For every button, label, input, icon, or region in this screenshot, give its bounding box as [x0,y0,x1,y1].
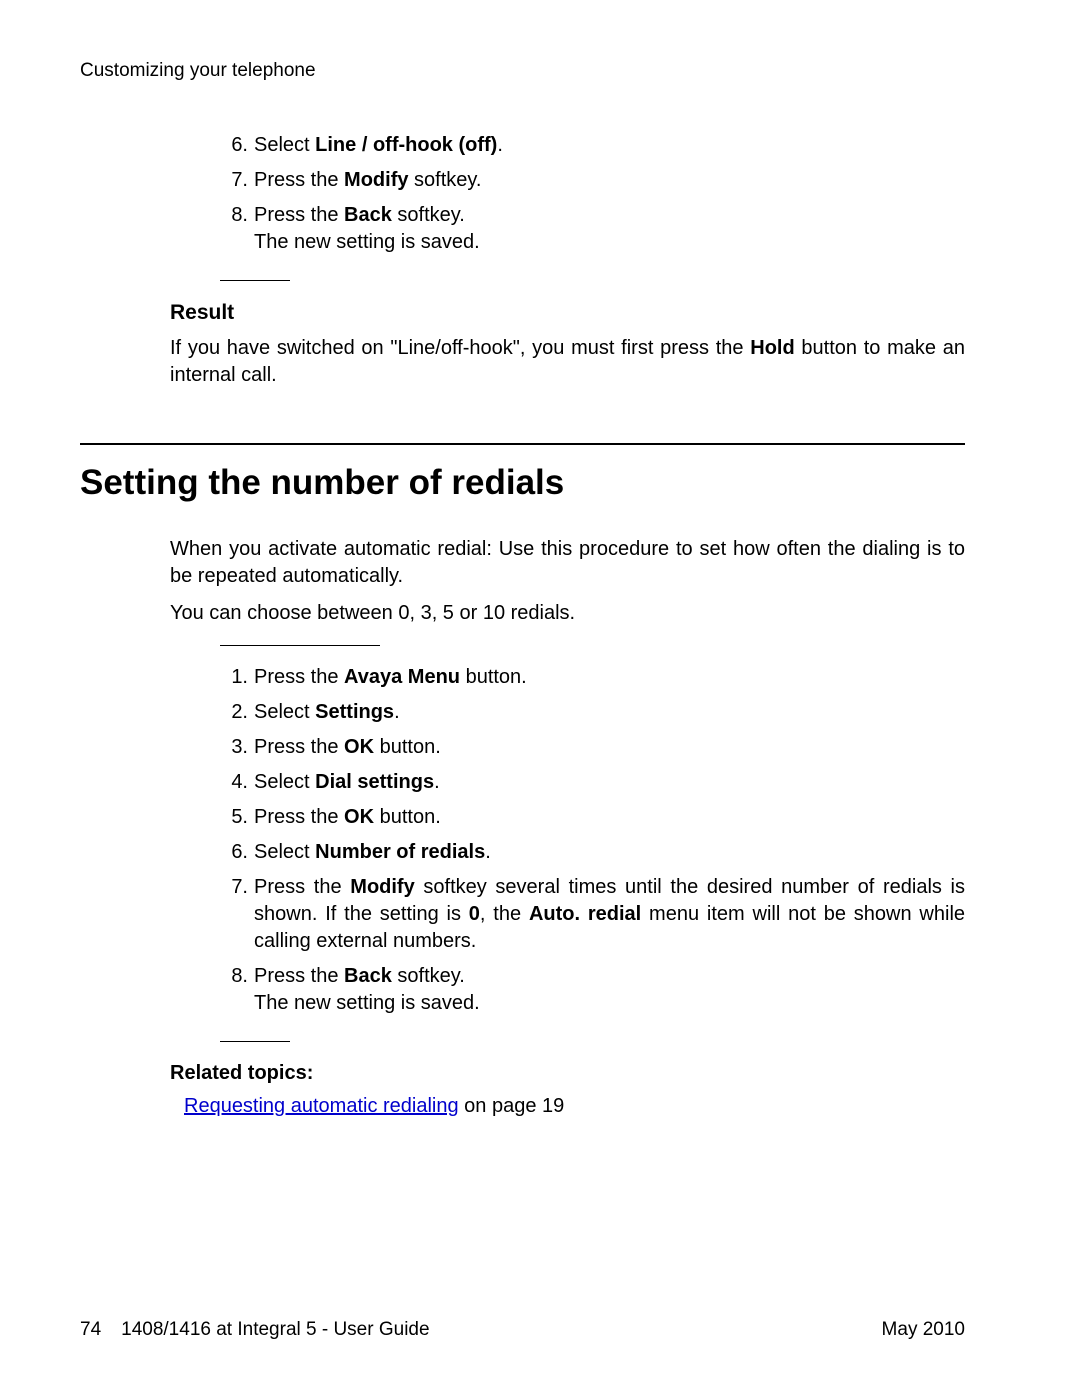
text-run: Press the [254,666,344,688]
footer-doc-title: 1408/1416 at Integral 5 - User Guide [121,1319,429,1340]
text-run: button. [460,666,527,688]
related-topics-heading: Related topics: [170,1060,965,1087]
result-text: If you have switched on "Line/off-hook",… [170,335,965,389]
bold-run: Dial settings [315,771,434,793]
text-run: If you have switched on "Line/off-hook",… [170,337,750,359]
list-item: 2. Select Settings. [220,699,965,726]
text-run: If the setting is [325,903,469,925]
page-footer: 74 1408/1416 at Integral 5 - User Guide M… [80,1317,965,1343]
result-heading: Result [170,299,965,327]
text-run: The new setting is saved. [254,992,480,1014]
list-item: 7. Press the Modify softkey. [220,167,965,194]
related-topic-link[interactable]: Requesting automatic redialing [184,1095,459,1117]
text-run: Select [254,134,315,156]
text-run: . [434,771,440,793]
step-number: 4. [220,769,254,796]
text-run: Press the [254,169,344,191]
text-run: Select [254,771,315,793]
text-run: on page 19 [459,1095,565,1117]
bold-run: Avaya Menu [344,666,460,688]
step-text: Press the OK button. [254,804,965,831]
text-run: Select [254,701,315,723]
bold-run: Modify [350,876,414,898]
bold-run: Settings [315,701,394,723]
text-run: Select [254,841,315,863]
text-run: Press the [254,876,350,898]
list-item: 8. Press the Back softkey. The new setti… [220,202,965,256]
text-run: . [497,134,503,156]
list-item: 8. Press the Back softkey. The new setti… [220,963,965,1017]
list-item: 6. Select Line / off-hook (off). [220,132,965,159]
text-run: Press the [254,806,344,828]
text-run: softkey. [392,965,465,987]
section-title: Setting the number of redials [80,459,965,506]
step-number: 8. [220,202,254,256]
page-number: 74 [80,1317,101,1343]
step-number: 5. [220,804,254,831]
related-topic-item: Requesting automatic redialing on page 1… [184,1093,965,1120]
text-run: softkey. [408,169,481,191]
step-number: 6. [220,132,254,159]
step-text: Select Number of redials. [254,839,965,866]
step-number: 7. [220,167,254,194]
step-text: Press the Modify softkey several times u… [254,874,965,955]
list-item: 7. Press the Modify softkey several time… [220,874,965,955]
running-header: Customizing your telephone [80,58,965,84]
list-item: 3. Press the OK button. [220,734,965,761]
step-text: Select Dial settings. [254,769,965,796]
section-divider [80,443,965,445]
text-run: The new setting is saved. [254,231,480,253]
footer-date: May 2010 [882,1317,965,1343]
text-run: . [394,701,400,723]
bold-run: Number of redials [315,841,485,863]
steps-list-top: 6. Select Line / off-hook (off). 7. Pres… [80,132,965,256]
step-number: 3. [220,734,254,761]
text-run: button. [374,806,441,828]
intro-paragraph-1: When you activate automatic redial: Use … [170,536,965,590]
list-item: 1. Press the Avaya Menu button. [220,664,965,691]
step-number: 6. [220,839,254,866]
text-run: Press the [254,965,344,987]
intro-paragraph-2: You can choose between 0, 3, 5 or 10 red… [170,600,965,627]
step-text: Select Line / off-hook (off). [254,132,965,159]
step-text: Press the Back softkey. The new setting … [254,202,965,256]
list-item: 6. Select Number of redials. [220,839,965,866]
text-run: . [485,841,491,863]
footer-left: 74 1408/1416 at Integral 5 - User Guide [80,1317,430,1343]
steps-list-main: 1. Press the Avaya Menu button. 2. Selec… [80,664,965,1017]
bold-run: OK [344,736,374,758]
step-text: Press the Modify softkey. [254,167,965,194]
page-container: Customizing your telephone 6. Select Lin… [0,0,1080,1397]
text-run: button. [374,736,441,758]
bold-run: Auto. redial [529,903,641,925]
step-text: Select Settings. [254,699,965,726]
bold-run: OK [344,806,374,828]
step-number: 8. [220,963,254,1017]
bold-run: 0 [469,903,480,925]
step-text: Press the Avaya Menu button. [254,664,965,691]
text-run: Press the [254,736,344,758]
text-run: , the [480,903,529,925]
step-text: Press the OK button. [254,734,965,761]
step-number: 2. [220,699,254,726]
text-run: Press the [254,204,344,226]
bold-run: Back [344,204,392,226]
step-text: Press the Back softkey. The new setting … [254,963,965,1017]
list-item: 4. Select Dial settings. [220,769,965,796]
bold-run: Line / off-hook (off) [315,134,497,156]
list-item: 5. Press the OK button. [220,804,965,831]
bold-run: Back [344,965,392,987]
step-number: 1. [220,664,254,691]
bold-run: Hold [750,337,794,359]
divider-short [220,280,290,281]
text-run: softkey. [392,204,465,226]
divider-short [220,645,380,646]
step-number: 7. [220,874,254,955]
bold-run: Modify [344,169,408,191]
divider-short [220,1041,290,1042]
